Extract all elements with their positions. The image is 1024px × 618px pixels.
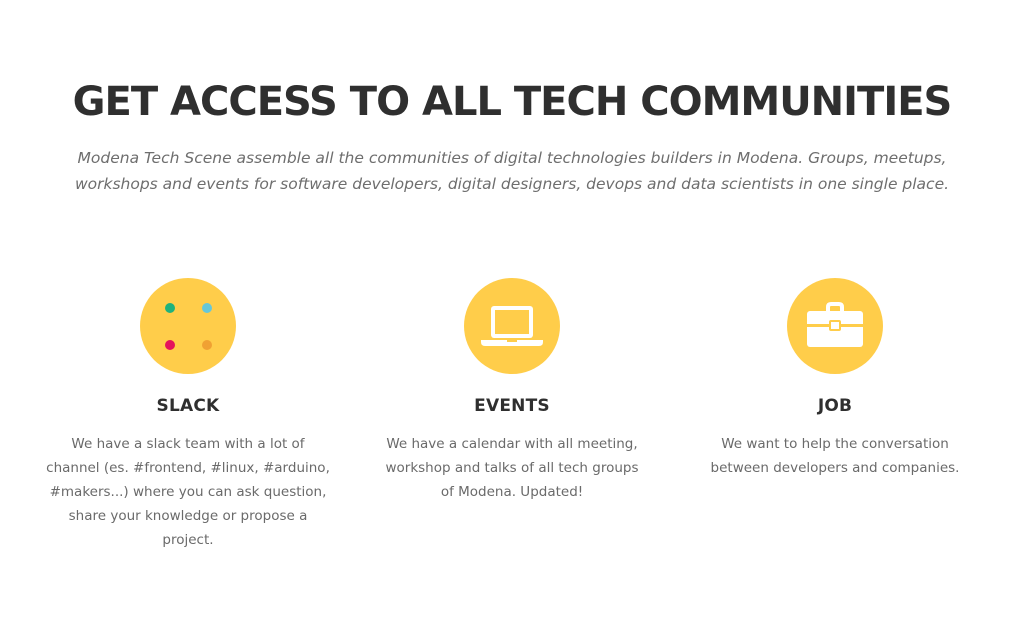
laptop-icon <box>464 278 560 374</box>
slack-dot-orange <box>202 340 212 350</box>
feature-job: JOB We want to help the conversation bet… <box>685 278 985 480</box>
feature-title: SLACK <box>156 396 220 416</box>
slack-dot-blue <box>202 303 212 313</box>
feature-description: We want to help the conversation between… <box>710 436 960 476</box>
feature-description: We have a calendar with all meeting, wor… <box>385 436 639 500</box>
laptop-glyph <box>481 306 543 346</box>
slack-dot-red <box>165 340 175 350</box>
briefcase-glyph <box>807 302 863 347</box>
feature-title: JOB <box>817 396 853 416</box>
slack-dots-icon <box>140 278 236 374</box>
slack-dot-green <box>165 303 175 313</box>
feature-description: We have a slack team with a lot of chann… <box>46 436 330 548</box>
feature-events: EVENTS We have a calendar with all meeti… <box>362 278 662 504</box>
page-title: GET ACCESS TO ALL TECH COMMUNITIES <box>72 79 953 125</box>
page-subtitle: Modena Tech Scene assemble all the commu… <box>74 149 950 193</box>
feature-title: EVENTS <box>474 396 550 416</box>
briefcase-icon <box>787 278 883 374</box>
feature-slack: SLACK We have a slack team with a lot of… <box>38 278 338 552</box>
